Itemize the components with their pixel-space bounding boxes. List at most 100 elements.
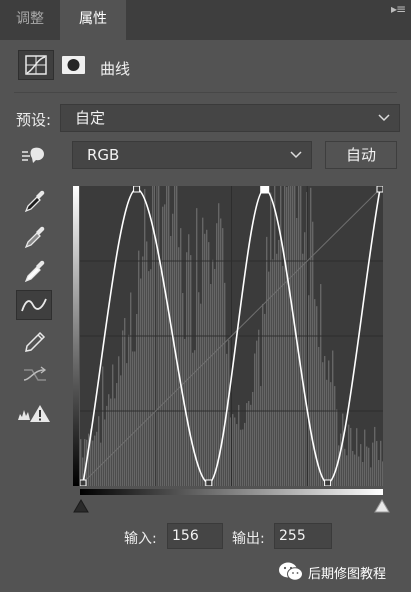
histogram-bar [192, 352, 194, 486]
watermark: 后期修图教程 [278, 560, 402, 586]
histogram-bar [118, 356, 120, 486]
on-image-adjust-icon[interactable] [16, 140, 52, 170]
histogram-bar [278, 239, 280, 486]
watermark-text: 后期修图教程 [308, 567, 387, 582]
histogram-bar [264, 313, 266, 486]
histogram-bar [374, 426, 376, 486]
eyedropper-gray-icon[interactable] [16, 222, 52, 252]
histogram-bar [350, 427, 352, 486]
histogram-bar [140, 278, 142, 486]
histogram-bar [198, 292, 200, 486]
black-point-slider[interactable] [73, 499, 89, 513]
histogram-bar [360, 444, 362, 486]
histogram-bar [352, 450, 354, 486]
output-gradient-bar [73, 186, 79, 486]
histogram-bar [262, 303, 264, 486]
histogram-bar [134, 351, 136, 486]
histogram-bar [370, 467, 372, 486]
selected-control-point [260, 184, 270, 194]
histogram-bar [120, 375, 122, 486]
preset-label: 预设: [16, 111, 52, 129]
histogram-bar [238, 404, 240, 486]
histogram-bar [98, 416, 100, 486]
eyedropper-white-icon[interactable] [16, 256, 52, 286]
histogram-bar [130, 292, 132, 486]
panel-menu-icon[interactable]: ▸≡ [391, 0, 406, 22]
curves-adjustment-icon[interactable] [18, 50, 54, 80]
histogram-bar [106, 405, 108, 486]
histogram-bar [218, 203, 220, 486]
histogram-bar [150, 269, 152, 486]
curve-chart[interactable] [79, 184, 384, 487]
histogram-bar [172, 213, 174, 487]
histogram-bar [208, 242, 210, 486]
histogram-bar [194, 350, 196, 486]
histogram-bar [96, 431, 98, 486]
histogram-bar [366, 446, 368, 486]
histogram-bar [148, 271, 150, 486]
curve-graph[interactable] [79, 184, 384, 487]
properties-panel: 调整 属性 ▸≡ 曲线 预设: 自定 RGB 自动 输入: 156 输出: 25… [0, 0, 411, 592]
output-label: 输出: [232, 531, 265, 547]
histogram-bar [358, 456, 360, 486]
histogram-bar [322, 362, 324, 486]
smooth-curve-icon[interactable] [16, 360, 52, 390]
histogram-bar [256, 340, 258, 486]
output-field[interactable]: 255 [274, 523, 332, 549]
clipping-warning-icon[interactable] [16, 398, 52, 428]
histogram-bar [180, 228, 182, 486]
white-point-slider[interactable] [374, 499, 390, 513]
curve-points-icon[interactable] [16, 290, 52, 320]
histogram-bar [296, 218, 298, 486]
channel-select[interactable]: RGB [72, 141, 312, 169]
histogram-bar [214, 268, 216, 486]
histogram-bar [310, 187, 312, 486]
eyedropper-black-icon[interactable] [16, 186, 52, 216]
histogram-bar [248, 400, 250, 486]
histogram-bar [344, 448, 346, 486]
preset-select[interactable]: 自定 [60, 104, 400, 132]
histogram-bar [104, 419, 106, 486]
histogram-bar [224, 282, 226, 486]
histogram-bar [346, 455, 348, 486]
input-field[interactable]: 156 [167, 523, 223, 549]
control-point [324, 479, 332, 487]
histogram-bar [240, 429, 242, 486]
histogram-bar [364, 429, 366, 486]
histogram-bar [202, 217, 204, 486]
auto-button[interactable]: 自动 [325, 141, 397, 169]
histogram-bar [228, 340, 230, 486]
histogram-bar [126, 363, 128, 486]
control-point [205, 479, 213, 487]
pencil-icon[interactable] [16, 326, 52, 356]
preset-value: 自定 [75, 109, 106, 127]
histogram-bar [188, 234, 190, 486]
histogram-bar [328, 360, 330, 486]
histogram-bar [266, 236, 268, 486]
histogram-bar [376, 441, 378, 486]
histogram-bar [136, 314, 138, 486]
histogram-bar [236, 424, 238, 486]
histogram-bar [210, 284, 212, 486]
tab-adjustments[interactable]: 调整 [0, 0, 60, 40]
histogram-bar [186, 252, 188, 486]
histogram-bar [276, 253, 278, 486]
tab-properties[interactable]: 属性 [60, 0, 126, 40]
histogram-bar [170, 236, 172, 486]
layer-mask-icon[interactable] [60, 52, 88, 78]
histogram-bar [114, 398, 116, 486]
histogram-bar [378, 460, 380, 486]
histogram-bar [94, 435, 96, 486]
histogram-bar [302, 253, 304, 486]
histogram-bar [102, 366, 104, 486]
histogram-bar [308, 295, 310, 486]
histogram-bar [212, 259, 214, 486]
histogram-bar [122, 330, 124, 486]
histogram-bar [204, 233, 206, 486]
histogram-bar [138, 250, 140, 486]
histogram-bar [146, 241, 148, 486]
histogram-bar [272, 259, 274, 486]
histogram-bar [80, 439, 82, 486]
histogram-bar [116, 383, 118, 486]
divider [14, 92, 397, 93]
